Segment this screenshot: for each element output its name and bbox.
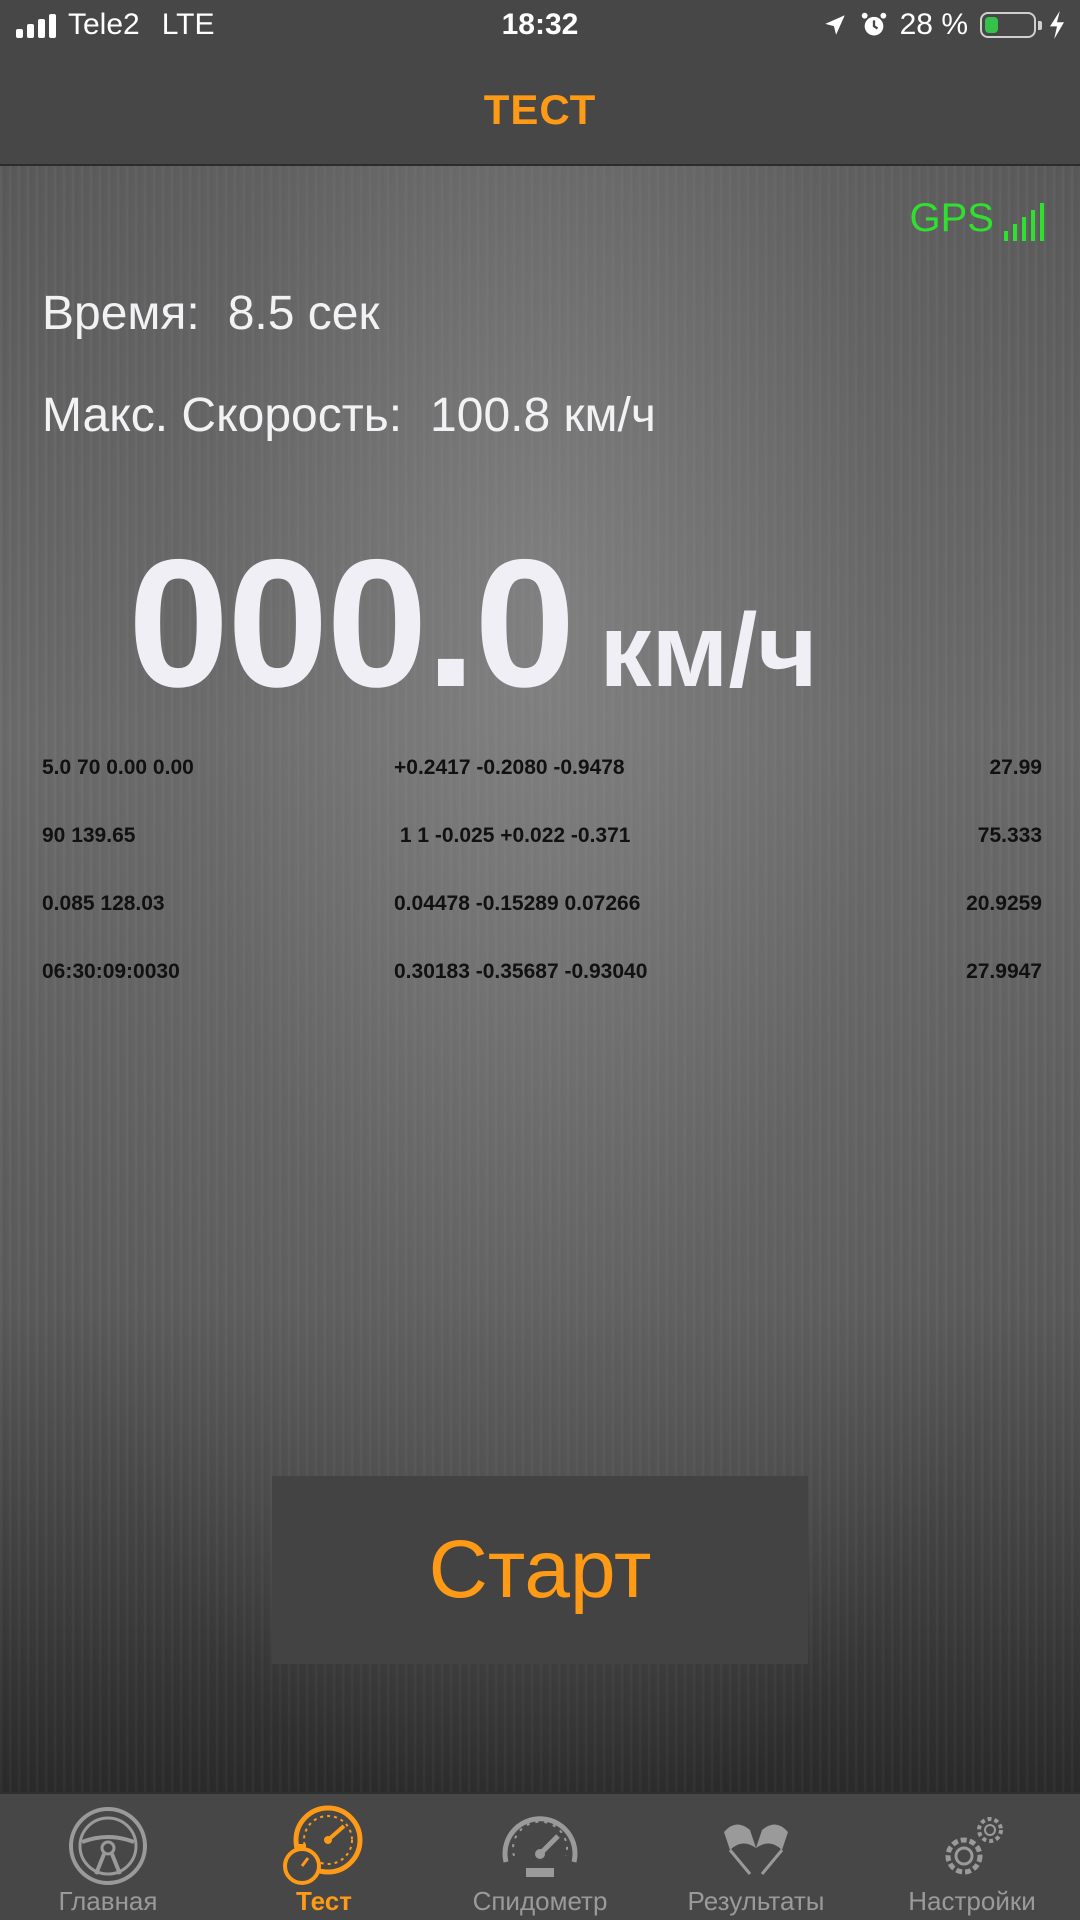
page-title: ТЕСТ — [483, 86, 597, 133]
current-speed-display: 000.0 км/ч — [128, 518, 818, 728]
gears-icon — [945, 1817, 1003, 1875]
time-readout: Время: 8.5 сек — [42, 286, 380, 341]
battery-percent: 28 % — [899, 8, 968, 41]
battery-icon — [980, 12, 1042, 38]
debug-cell: 06:30:09:0030 — [42, 960, 180, 983]
debug-cell: 20.9259 — [966, 892, 1042, 915]
start-button-label: Старт — [428, 1524, 652, 1615]
tab-settings-label: Настройки — [908, 1886, 1036, 1916]
stopwatch-gauge-icon — [283, 1805, 363, 1885]
tab-results-label: Результаты — [687, 1886, 825, 1916]
debug-cell: 1 1 -0.025 +0.022 -0.371 — [394, 824, 631, 847]
status-bar: Tele2 LTE 18:32 28 % — [0, 0, 1080, 54]
debug-cell: 27.99 — [989, 756, 1042, 779]
test-screen: GPS Время: 8.5 сек Макс. Скорость: 100.8 к… — [0, 166, 1080, 1792]
tab-test[interactable]: Тест — [216, 1794, 432, 1920]
tab-results[interactable]: Результаты — [648, 1794, 864, 1920]
tab-home[interactable]: Главная — [0, 1794, 216, 1920]
debug-row: 90 139.65 1 1 -0.025 +0.022 -0.371 75.33… — [42, 824, 1042, 892]
debug-cell: 5.0 70 0.00 0.00 — [42, 756, 194, 779]
battery-level — [985, 17, 998, 33]
debug-cell: 90 139.65 — [42, 824, 136, 847]
debug-cell: 0.085 128.03 — [42, 892, 165, 915]
debug-cell: 27.9947 — [966, 960, 1042, 983]
speedometer-icon — [502, 1816, 578, 1877]
racing-flags-icon — [724, 1824, 788, 1875]
start-button[interactable]: Старт — [272, 1476, 808, 1664]
charging-bolt-icon — [1050, 11, 1064, 39]
alarm-icon — [861, 12, 886, 36]
tab-settings[interactable]: Настройки — [864, 1794, 1080, 1920]
tab-bar: Главная Тест Спидометр Результаты Настро… — [0, 1792, 1080, 1920]
status-right: 28 % — [822, 8, 1066, 42]
max-speed-value: 100.8 км/ч — [430, 389, 656, 442]
navigation-bar: ТЕСТ — [0, 54, 1080, 166]
max-speed-readout: Макс. Скорость: 100.8 км/ч — [42, 388, 656, 443]
debug-cell: 0.04478 -0.15289 0.07266 — [394, 892, 641, 915]
tab-home-label: Главная — [58, 1886, 158, 1916]
gps-signal-icon — [1004, 201, 1044, 241]
max-speed-label: Макс. Скорость: — [42, 389, 403, 442]
speed-unit: км/ч — [599, 593, 818, 709]
debug-row: 5.0 70 0.00 0.00 +0.2417 -0.2080 -0.9478… — [42, 756, 1042, 824]
debug-row: 0.085 128.03 0.04478 -0.15289 0.07266 20… — [42, 892, 1042, 960]
location-arrow-icon — [824, 15, 845, 35]
sensor-debug-table: 5.0 70 0.00 0.00 +0.2417 -0.2080 -0.9478… — [42, 756, 1042, 1028]
time-label: Время: — [42, 287, 200, 340]
debug-cell: 75.333 — [977, 824, 1042, 847]
gps-label: GPS — [909, 196, 994, 240]
gps-indicator: GPS — [910, 196, 1044, 241]
debug-row: 06:30:09:0030 0.30183 -0.35687 -0.93040 … — [42, 960, 1042, 1028]
debug-cell: +0.2417 -0.2080 -0.9478 — [394, 756, 625, 779]
tab-speedometer-label: Спидометр — [472, 1886, 608, 1916]
speed-value: 000.0 — [128, 521, 575, 725]
tab-speedometer[interactable]: Спидометр — [432, 1794, 648, 1920]
tab-test-label: Тест — [296, 1886, 352, 1916]
steering-wheel-icon — [69, 1807, 147, 1885]
debug-cell: 0.30183 -0.35687 -0.93040 — [394, 960, 648, 983]
time-value: 8.5 сек — [227, 287, 380, 340]
